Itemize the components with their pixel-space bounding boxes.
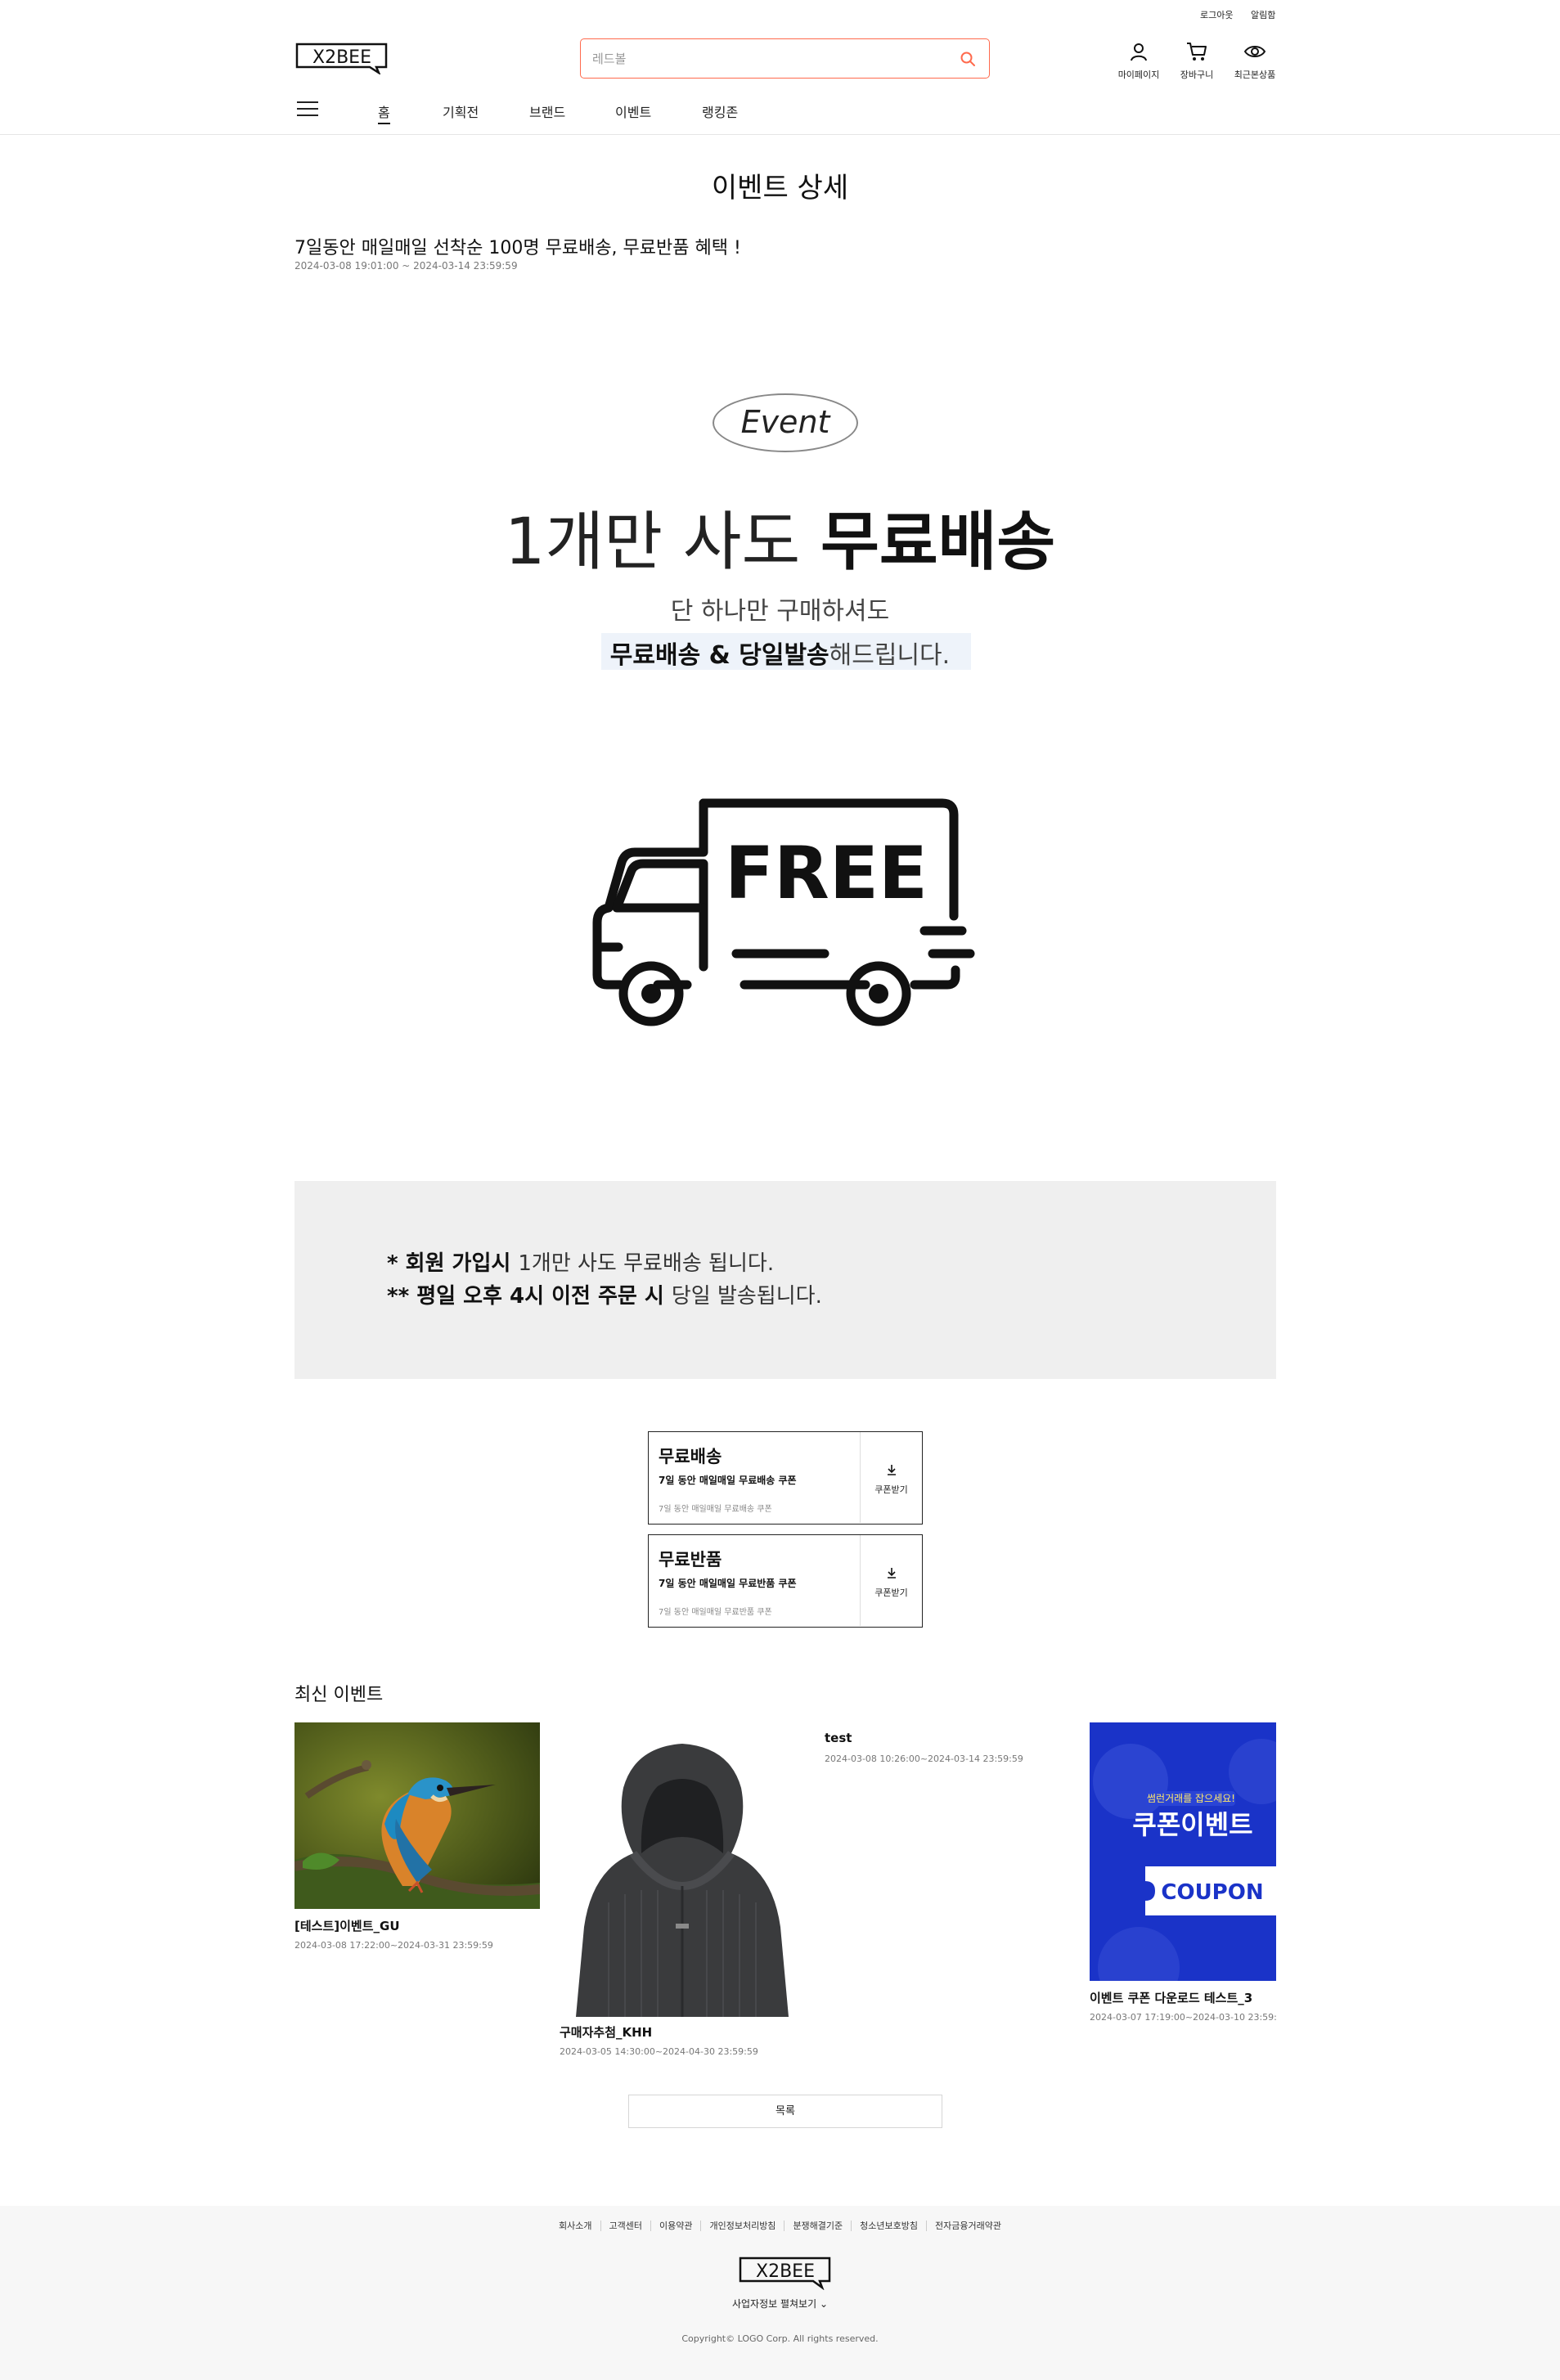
- event-card-title[interactable]: [테스트]이벤트_GU: [294, 1917, 400, 1934]
- svg-text:썸런거래를 잡으세요!: 썸런거래를 잡으세요!: [1147, 1793, 1235, 1804]
- coupon-description: 7일 동안 매일매일 무료반품 쿠폰: [659, 1608, 772, 1617]
- download-icon: [887, 1465, 896, 1475]
- notice-line-1: * 회원 가입시 1개만 사도 무료배송 됩니다.: [387, 1246, 774, 1277]
- cart-button[interactable]: 장바구니: [1168, 41, 1225, 82]
- hero-highlight-rest: 해드립니다.: [829, 641, 951, 670]
- footer-link-company[interactable]: 회사소개: [551, 2221, 600, 2231]
- coupon-subtitle: 7일 동안 매일매일 무료반품 쿠폰: [659, 1578, 797, 1589]
- nav-ranking[interactable]: 랭킹존: [702, 101, 738, 121]
- mypage-button[interactable]: 마이페이지: [1110, 41, 1167, 82]
- event-pill: Event: [713, 393, 858, 452]
- page-title: 이벤트 상세: [711, 172, 849, 204]
- list-button[interactable]: 목록: [628, 2095, 942, 2128]
- notice-line-2-bold: ** 평일 오후 4시 이전 주문 시: [387, 1284, 672, 1309]
- coupon-description: 7일 동안 매일매일 무료배송 쿠폰: [659, 1505, 772, 1514]
- header-divider: [0, 134, 1560, 135]
- notice-line-1-bold: * 회원 가입시: [387, 1251, 519, 1276]
- search-icon[interactable]: [958, 49, 978, 69]
- recent-items-label: 최근본상품: [1234, 70, 1276, 80]
- event-card-period: 2024-03-08 17:22:00~2024-03-31 23:59:59: [294, 1940, 493, 1951]
- logout-link[interactable]: 로그아웃: [1200, 8, 1233, 21]
- footer-link-youth[interactable]: 청소년보호방침: [851, 2221, 927, 2231]
- cart-label: 장바구니: [1180, 70, 1214, 80]
- hero-bold: 무료배송: [820, 505, 1056, 579]
- hoodie-image: [560, 1722, 805, 2017]
- hero-light: 1개만 사도: [504, 505, 821, 579]
- footer-link-dispute[interactable]: 분쟁해결기준: [784, 2221, 852, 2231]
- notice-box: * 회원 가입시 1개만 사도 무료배송 됩니다. ** 평일 오후 4시 이전…: [294, 1181, 1276, 1379]
- coupon-card: 무료반품 7일 동안 매일매일 무료반품 쿠폰 7일 동안 매일매일 무료반품 …: [648, 1534, 923, 1628]
- coupon-download-button[interactable]: 쿠폰받기: [860, 1535, 922, 1626]
- free-truck-icon: FREE: [592, 798, 975, 1026]
- footer-link-terms[interactable]: 이용약관: [650, 2221, 701, 2231]
- event-card-image[interactable]: [294, 1722, 540, 1909]
- user-icon: [1131, 43, 1147, 61]
- hero-subtitle: 단 하나만 구매하셔도: [670, 597, 890, 626]
- svg-text:X2BEE: X2BEE: [756, 2261, 815, 2282]
- svg-text:COUPON: COUPON: [1161, 1880, 1263, 1905]
- menu-icon[interactable]: [297, 101, 318, 119]
- event-card-title[interactable]: 이벤트 쿠폰 다운로드 테스트_3: [1090, 1989, 1276, 2006]
- business-info-label: 사업자정보 펼쳐보기: [731, 2298, 817, 2310]
- copyright: Copyright© LOGO Corp. All rights reserve…: [681, 2333, 879, 2344]
- coupon-card: 무료배송 7일 동안 매일매일 무료배송 쿠폰 7일 동안 매일매일 무료배송 …: [648, 1431, 923, 1525]
- event-card-image[interactable]: 썸런거래를 잡으세요! 쿠폰이벤트 COUPON: [1090, 1722, 1276, 1981]
- nav-event[interactable]: 이벤트: [615, 101, 651, 121]
- hero-highlight: 무료배송 & 당일발송해드립니다.: [0, 635, 1560, 671]
- event-card-image[interactable]: [560, 1722, 805, 2017]
- notice-line-2: ** 평일 오후 4시 이전 주문 시 당일 발송됩니다.: [387, 1279, 822, 1309]
- nav-home[interactable]: 홈: [378, 101, 390, 124]
- footer-link-support[interactable]: 고객센터: [600, 2221, 650, 2231]
- event-card-period: 2024-03-05 14:30:00~2024-04-30 23:59:59: [560, 2046, 758, 2057]
- hero-heading: 1개만 사도 무료배송: [0, 491, 1560, 582]
- event-title: 7일동안 매일매일 선착순 100명 무료배송, 무료반품 혜택 !: [294, 238, 741, 258]
- nav-exhibition[interactable]: 기획전: [443, 101, 479, 121]
- search-input[interactable]: [592, 49, 936, 69]
- site-logo[interactable]: X2BEE: [294, 42, 389, 76]
- business-info-toggle[interactable]: 사업자정보 펼쳐보기 ⌄: [0, 2297, 1560, 2310]
- coupon-subtitle: 7일 동안 매일매일 무료배송 쿠폰: [659, 1475, 797, 1486]
- utility-bar: 로그아웃 알림함: [0, 8, 1560, 25]
- hero-highlight-bold: 무료배송 & 당일발송: [609, 641, 829, 670]
- recent-items-button[interactable]: 최근본상품: [1226, 41, 1284, 82]
- svg-text:FREE: FREE: [725, 831, 928, 915]
- footer-logo[interactable]: X2BEE: [738, 2256, 833, 2291]
- event-card-title[interactable]: test: [825, 1731, 852, 1745]
- footer-link-privacy[interactable]: 개인정보처리방침: [700, 2221, 784, 2231]
- svg-text:쿠폰이벤트: 쿠폰이벤트: [1132, 1809, 1252, 1840]
- kingfisher-image: [294, 1722, 540, 1909]
- coupon-download-label: 쿠폰받기: [874, 1587, 908, 1598]
- event-card-period: 2024-03-07 17:19:00~2024-03-10 23:59:59: [1090, 2012, 1276, 2023]
- nav-brand[interactable]: 브랜드: [529, 101, 565, 121]
- notice-line-2-rest: 당일 발송됩니다.: [671, 1284, 822, 1309]
- latest-events-heading: 최신 이벤트: [294, 1685, 384, 1705]
- coupon-download-label: 쿠폰받기: [874, 1484, 908, 1495]
- cart-icon: [1187, 43, 1207, 61]
- event-period: 2024-03-08 19:01:00 ~ 2024-03-14 23:59:5…: [294, 260, 518, 272]
- coupon-title: 무료반품: [659, 1550, 722, 1569]
- footer-links: 회사소개 고객센터 이용약관 개인정보처리방침 분쟁해결기준 청소년보호방침 전자금융거래약…: [0, 2219, 1560, 2232]
- download-icon: [887, 1568, 896, 1578]
- notifications-link[interactable]: 알림함: [1251, 8, 1275, 21]
- chevron-down-icon: ⌄: [819, 2298, 829, 2310]
- search-box[interactable]: [580, 38, 990, 79]
- event-card-title[interactable]: 구매자추첨_KHH: [560, 2023, 652, 2041]
- coupon-title: 무료배송: [659, 1447, 722, 1466]
- svg-text:X2BEE: X2BEE: [312, 47, 371, 68]
- notice-line-1-rest: 1개만 사도 무료배송 됩니다.: [518, 1251, 775, 1276]
- mypage-label: 마이페이지: [1117, 70, 1160, 80]
- coupon-event-image: 썸런거래를 잡으세요! 쿠폰이벤트 COUPON: [1090, 1722, 1276, 1981]
- footer-link-efinance[interactable]: 전자금융거래약관: [926, 2221, 1009, 2231]
- coupon-download-button[interactable]: 쿠폰받기: [860, 1432, 922, 1523]
- event-card-period: 2024-03-08 10:26:00~2024-03-14 23:59:59: [825, 1754, 1023, 1764]
- eye-icon: [1243, 46, 1266, 57]
